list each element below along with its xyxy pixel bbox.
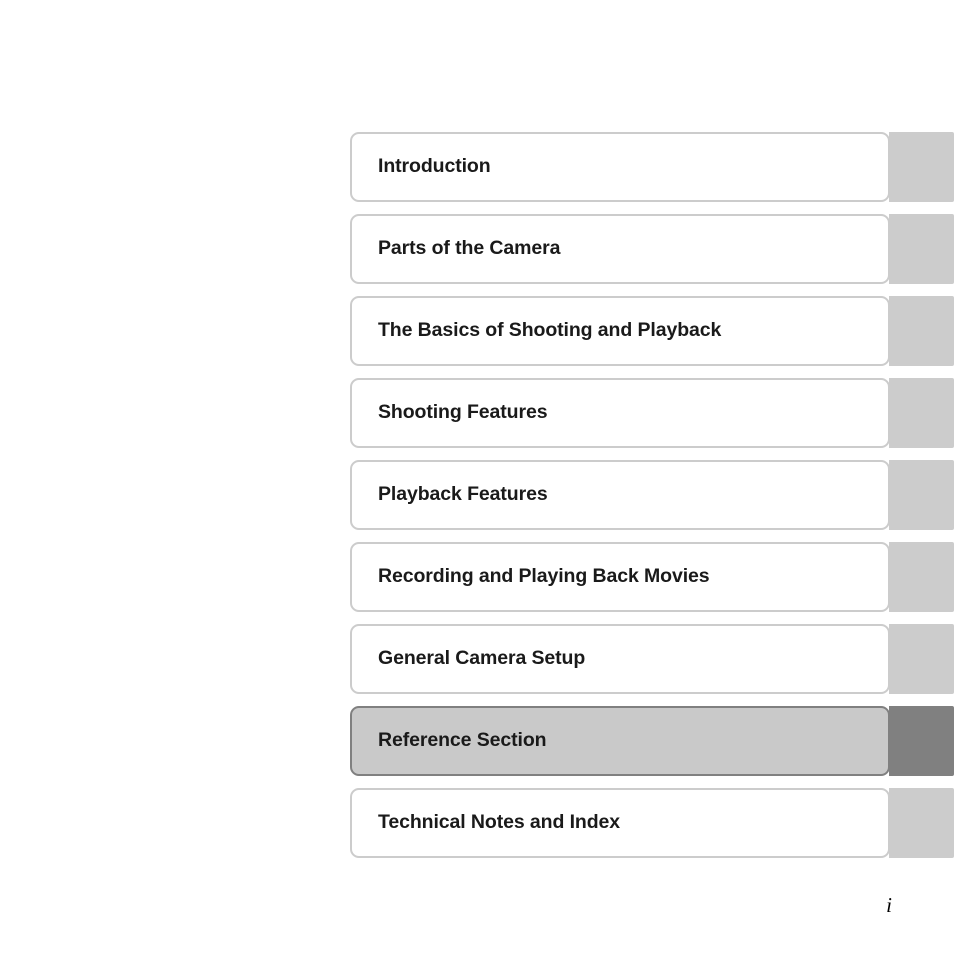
section-tab-label: Reference Section — [378, 729, 547, 752]
section-tab-label: Shooting Features — [378, 401, 548, 424]
section-tab[interactable]: Shooting Features — [350, 378, 954, 448]
section-tab-body[interactable]: Shooting Features — [350, 378, 890, 448]
section-tab[interactable]: The Basics of Shooting and Playback — [350, 296, 954, 366]
section-tab-body[interactable]: Reference Section — [350, 706, 890, 776]
section-tab[interactable]: General Camera Setup — [350, 624, 954, 694]
section-tab-label: Recording and Playing Back Movies — [378, 565, 710, 588]
page-number: i — [886, 893, 892, 917]
section-tab-body[interactable]: General Camera Setup — [350, 624, 890, 694]
section-tab-body[interactable]: Introduction — [350, 132, 890, 202]
section-tab-marker — [889, 460, 954, 530]
section-tab-marker — [889, 788, 954, 858]
section-tab-label: Introduction — [378, 155, 491, 178]
section-tab-label: Playback Features — [378, 483, 548, 506]
section-tab-list: Introduction Parts of the Camera The Basic… — [350, 132, 954, 858]
manual-contents-page: Introduction Parts of the Camera The Basic… — [0, 0, 954, 954]
section-tab[interactable]: Introduction — [350, 132, 954, 202]
section-tab-marker — [889, 296, 954, 366]
section-tab[interactable]: Technical Notes and Index — [350, 788, 954, 858]
section-tab-marker — [889, 132, 954, 202]
section-tab-marker — [889, 378, 954, 448]
section-tab-marker — [889, 214, 954, 284]
section-tab-body[interactable]: The Basics of Shooting and Playback — [350, 296, 890, 366]
section-tab-body[interactable]: Playback Features — [350, 460, 890, 530]
section-tab-marker — [889, 706, 954, 776]
section-tab[interactable]: Playback Features — [350, 460, 954, 530]
section-tab-marker — [889, 624, 954, 694]
section-tab-body[interactable]: Recording and Playing Back Movies — [350, 542, 890, 612]
section-tab-label: Parts of the Camera — [378, 237, 561, 260]
section-tab-label: Technical Notes and Index — [378, 811, 621, 834]
section-tab-body[interactable]: Technical Notes and Index — [350, 788, 890, 858]
section-tab-label: The Basics of Shooting and Playback — [378, 319, 722, 342]
section-tab-marker — [889, 542, 954, 612]
section-tab[interactable]: Parts of the Camera — [350, 214, 954, 284]
section-tab-body[interactable]: Parts of the Camera — [350, 214, 890, 284]
section-tab[interactable]: Reference Section — [350, 706, 954, 776]
section-tab[interactable]: Recording and Playing Back Movies — [350, 542, 954, 612]
section-tab-label: General Camera Setup — [378, 647, 586, 670]
